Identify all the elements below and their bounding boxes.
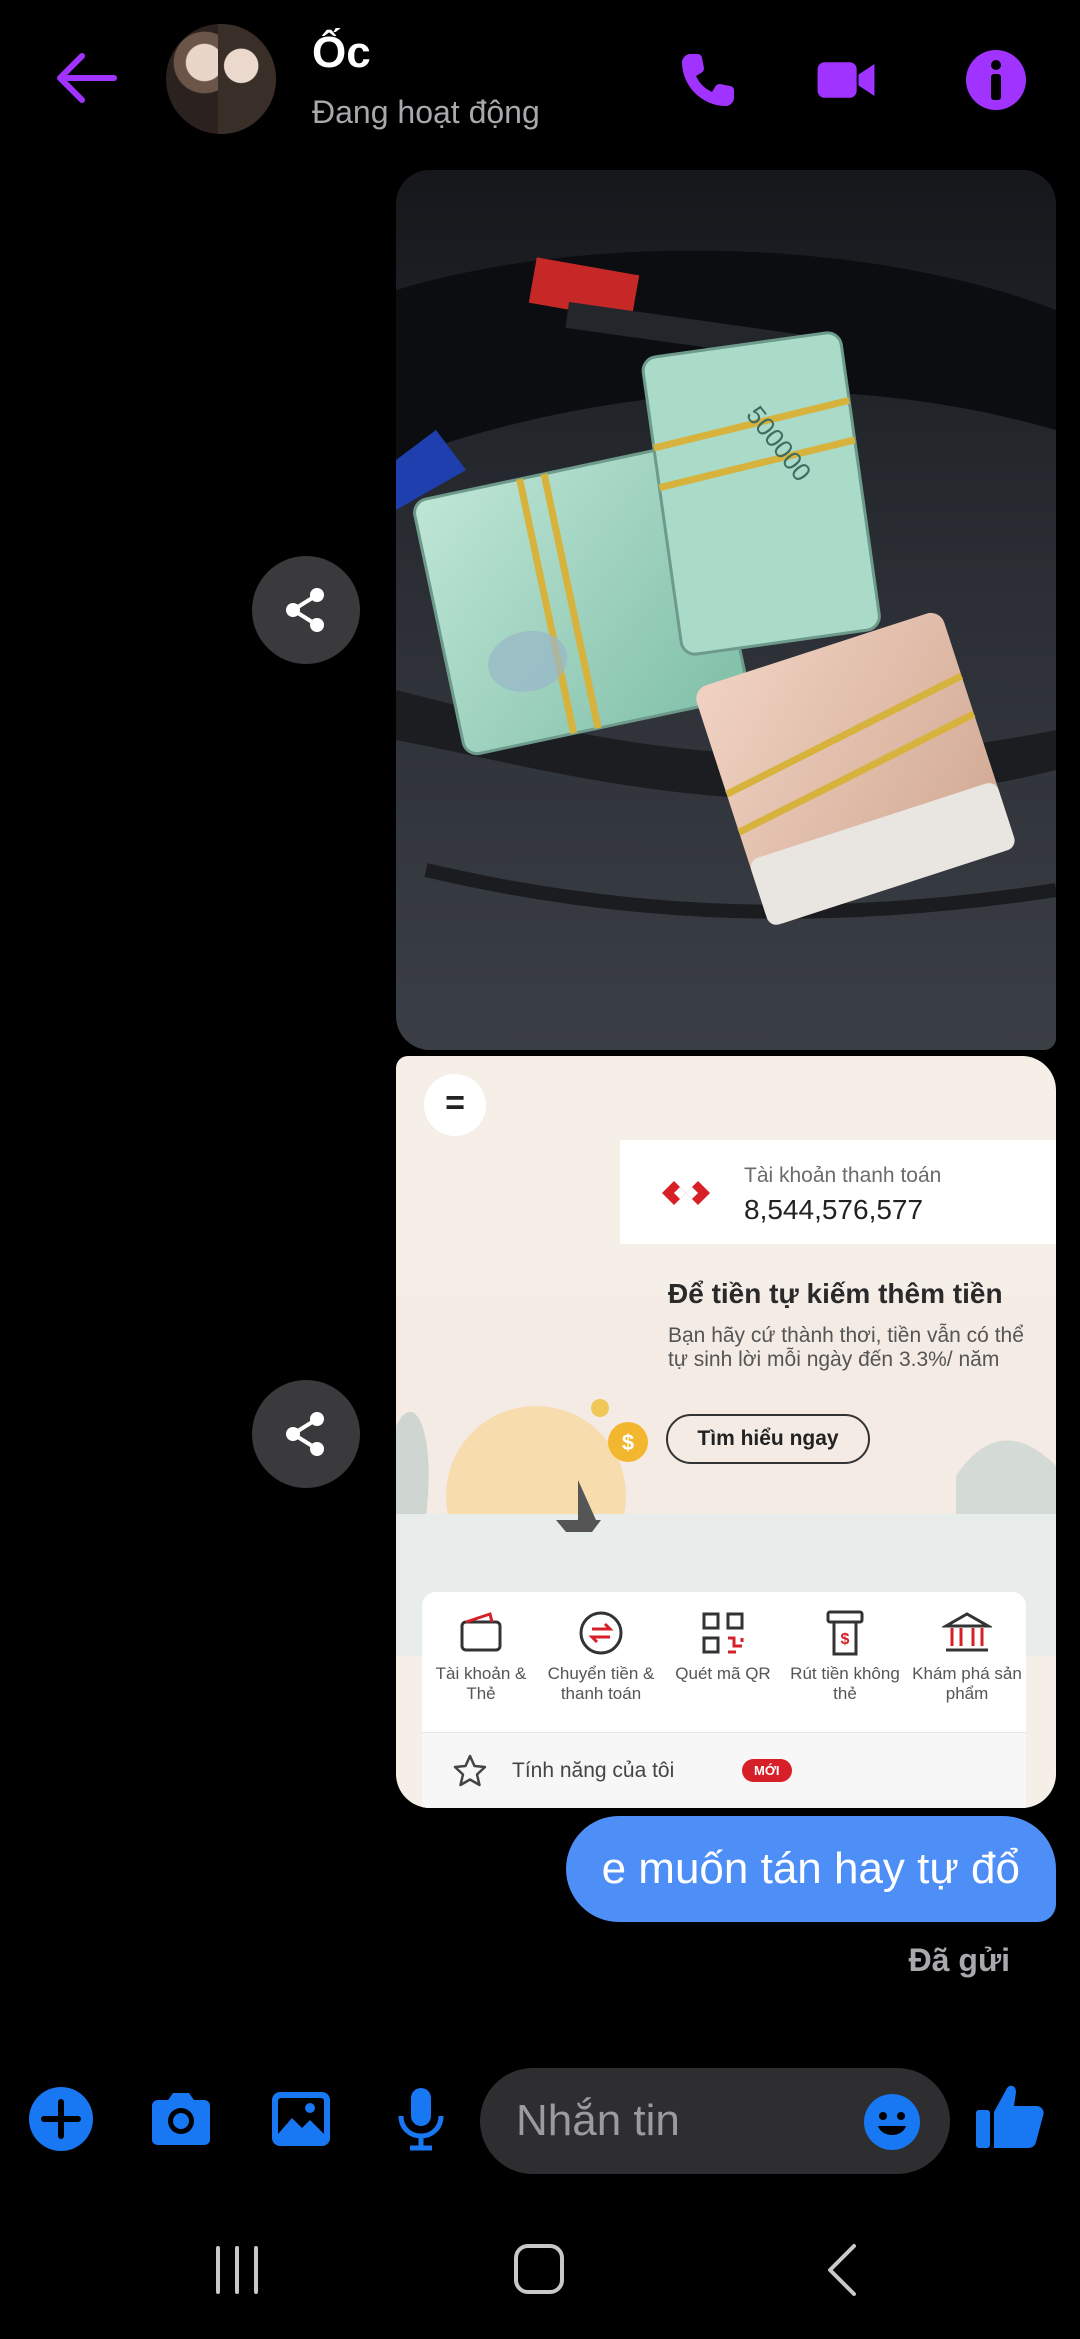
shortcut-label: Tài khoản & Thẻ [435,1664,527,1703]
back-arrow-icon[interactable] [50,48,120,108]
gallery-icon[interactable] [266,2084,336,2154]
back-icon[interactable] [808,2240,878,2300]
thumbs-up-icon[interactable] [972,2078,1048,2154]
share-icon [286,588,324,632]
sent-message-bubble[interactable]: e muốn tán hay tự đổ [565,1816,1056,1922]
shortcut-transfer[interactable]: Chuyển tiền & thanh toán [546,1608,656,1704]
account-label: Tài khoản thanh toán [744,1164,942,1187]
chat-header: Ốc Đang hoạt động [0,0,1080,160]
emoji-icon[interactable] [862,2092,922,2152]
avatar[interactable] [166,24,276,134]
svg-text:$: $ [841,1631,850,1648]
promo-text: Bạn hãy cứ thành thơi, tiền vẫn có thể t… [668,1324,1024,1371]
screenshot-message[interactable]: $ = Tài khoản thanh toán 8,544,576,577 Đ… [396,1056,1056,1808]
video-camera-icon[interactable] [814,48,878,112]
microphone-icon[interactable] [386,2084,456,2154]
bank-logo-icon [662,1181,710,1205]
shortcut-label: Khám phá sản phẩm [912,1664,1022,1703]
transfer-icon [579,1611,623,1655]
account-number: 8,544,576,577 [744,1194,924,1225]
phone-icon[interactable] [676,48,740,112]
share-button[interactable] [252,1380,360,1488]
features-label: Tính năng của tôi [512,1759,675,1782]
shortcut-bar: Tài khoản & Thẻ Chuyển tiền & thanh toán… [422,1592,1026,1732]
wallet-icon [460,1612,502,1652]
shortcut-qr[interactable]: Quét mã QR [668,1608,778,1684]
share-button[interactable] [252,556,360,664]
recents-icon[interactable] [202,2240,272,2300]
contact-status: Đang hoạt động [312,94,540,130]
bank-icon [942,1612,992,1652]
atm-icon: $ [826,1610,864,1656]
message-composer [0,2054,1080,2184]
share-icon [286,1412,324,1456]
svg-text:$: $ [622,1430,634,1455]
learn-more-button[interactable]: Tìm hiểu ngay [666,1414,870,1464]
info-icon[interactable] [964,48,1028,112]
contact-name[interactable]: Ốc [312,28,371,78]
system-nav-bar [0,2200,1080,2339]
menu-button[interactable]: = [424,1074,486,1136]
qr-code-icon [702,1612,744,1654]
sent-status: Đã gửi [908,1942,1010,1978]
shortcut-accounts[interactable]: Tài khoản & Thẻ [426,1608,536,1704]
shortcut-label: Chuyển tiền & thanh toán [547,1664,655,1703]
my-features-row[interactable]: Tính năng của tôi MỚI [422,1732,1026,1808]
shortcut-atm[interactable]: $ Rút tiền không thẻ [790,1608,900,1704]
shortcut-label: Quét mã QR [675,1664,771,1683]
cash-bundles-photo: 500000 [396,170,1056,1050]
shortcut-label: Rút tiền không thẻ [790,1664,900,1703]
shortcut-explore[interactable]: Khám phá sản phẩm [912,1608,1022,1704]
promo-title: Để tiền tự kiếm thêm tiền [668,1278,1003,1309]
plus-icon[interactable] [26,2084,96,2154]
star-icon [453,1754,487,1787]
photo-message[interactable]: 500000 [396,170,1056,1050]
new-badge: MỚI [742,1759,792,1782]
account-card[interactable]: Tài khoản thanh toán 8,544,576,577 [620,1140,1056,1244]
home-icon[interactable] [504,2240,574,2300]
camera-icon[interactable] [146,2084,216,2154]
